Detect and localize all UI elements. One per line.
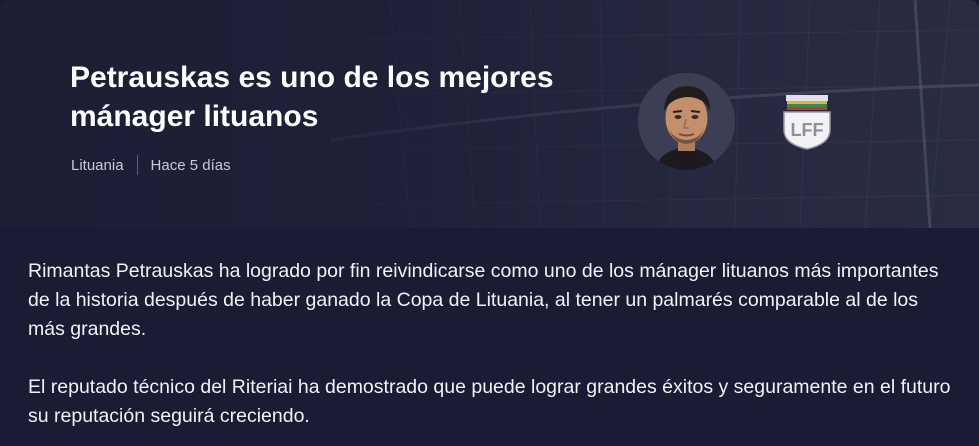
article-country: Lituania (71, 156, 124, 174)
lff-crest-icon: LFF (783, 95, 831, 150)
news-hero: Petrauskas es uno de los mejores mánager… (0, 0, 979, 228)
meta-divider (136, 155, 138, 175)
svg-text:LFF: LFF (791, 120, 824, 140)
manager-avatar (638, 73, 735, 170)
news-card: Petrauskas es uno de los mejores mánager… (0, 0, 979, 446)
article-time: Hace 5 días (150, 156, 231, 174)
article-meta: Lituania Hace 5 días (71, 155, 231, 175)
article-paragraph-1: Rimantas Petrauskas ha logrado por fin r… (28, 260, 939, 340)
article-title: Petrauskas es uno de los mejores mánager… (70, 61, 554, 133)
article-body: Rimantas Petrauskas ha logrado por fin r… (28, 257, 958, 446)
manager-face-icon (638, 73, 735, 170)
article-paragraph-2: El reputado técnico del Riteriai ha demo… (28, 376, 951, 427)
lff-badge-icon: LFF (778, 92, 836, 150)
